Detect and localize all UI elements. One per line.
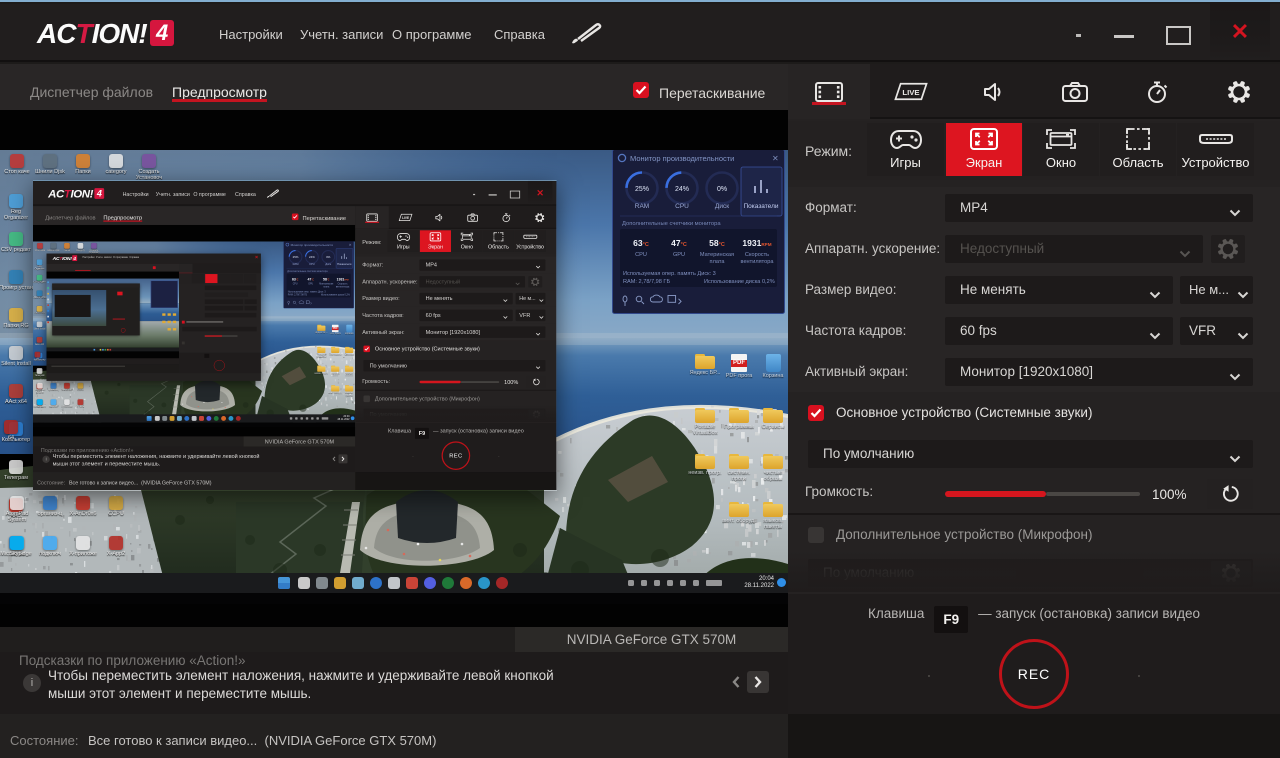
svg-text:Скорость: Скорость — [745, 252, 769, 258]
svg-text:CPU: CPU — [309, 262, 315, 266]
svg-text:Используемая опер. память Диск: Используемая опер. память Диск: 3 — [623, 271, 716, 277]
svg-text:0%: 0% — [717, 186, 727, 193]
svg-text:24%: 24% — [309, 255, 315, 259]
svg-text:Материнская: Материнская — [700, 252, 734, 258]
svg-text:LIVE: LIVE — [402, 216, 409, 220]
svg-text:25%: 25% — [635, 186, 649, 193]
svg-text:вентилятора: вентилятора — [336, 287, 350, 289]
svg-text:GPU: GPU — [673, 252, 685, 258]
svg-text:Материнская: Материнская — [319, 284, 334, 286]
svg-text:Показатели: Показатели — [337, 262, 352, 266]
svg-text:CPU: CPU — [635, 252, 647, 258]
svg-text:✕: ✕ — [349, 243, 352, 247]
svg-text:RAM: RAM — [293, 262, 299, 266]
svg-text:0%: 0% — [326, 255, 331, 259]
svg-text:вентилятора: вентилятора — [741, 259, 775, 265]
svg-text:RAM: RAM — [635, 203, 649, 210]
svg-text:Дополнительные счетчики монито: Дополнительные счетчики монитора — [287, 270, 328, 273]
svg-text:Монитор производительности: Монитор производительности — [291, 243, 334, 247]
svg-text:RAM: 2,78/7,98 ГБ: RAM: 2,78/7,98 ГБ — [288, 294, 308, 297]
svg-text:RAM: 2,78/7,98 ГБ: RAM: 2,78/7,98 ГБ — [623, 279, 670, 285]
svg-text:плата: плата — [323, 287, 330, 289]
svg-text:LIVE: LIVE — [902, 88, 919, 97]
svg-text:CPU: CPU — [293, 284, 298, 286]
svg-text:✕: ✕ — [772, 154, 779, 163]
svg-text:плата: плата — [710, 259, 726, 265]
svg-text:Диск: Диск — [715, 203, 729, 210]
svg-text:25%: 25% — [293, 255, 299, 259]
svg-text:Диск: Диск — [325, 262, 332, 266]
svg-text:Используемая опер. память Диск: Используемая опер. память Диск: 3 — [288, 291, 327, 293]
svg-text:24%: 24% — [675, 186, 689, 193]
svg-text:Показатели: Показатели — [744, 203, 779, 210]
svg-text:Дополнительные счетчики монито: Дополнительные счетчики монитора — [622, 221, 721, 227]
svg-text:Скорость: Скорость — [338, 284, 349, 286]
svg-text:Использование диска 0,2%: Использование диска 0,2% — [321, 295, 350, 297]
svg-text:Монитор производительности: Монитор производительности — [630, 154, 734, 163]
svg-text:GPU: GPU — [308, 284, 313, 286]
svg-text:CPU: CPU — [675, 203, 689, 210]
svg-text:Использование диска 0,2%: Использование диска 0,2% — [704, 279, 775, 285]
